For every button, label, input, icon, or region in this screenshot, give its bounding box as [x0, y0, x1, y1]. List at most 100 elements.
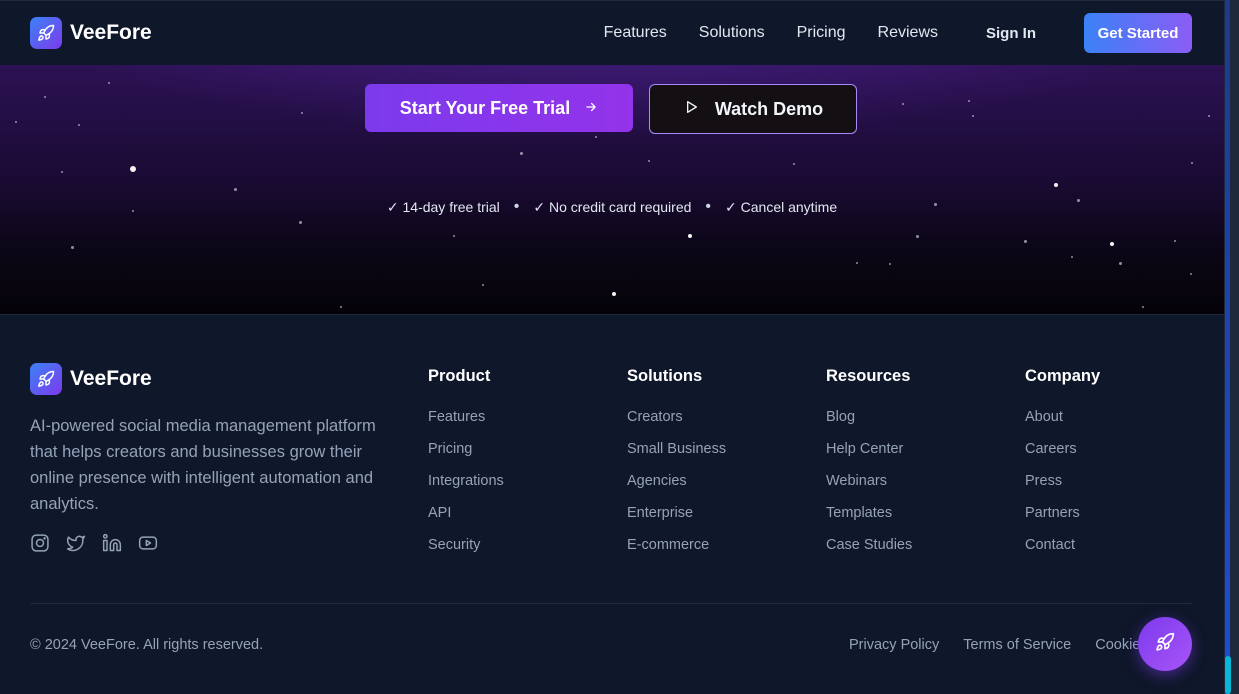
- get-started-button[interactable]: Get Started: [1084, 13, 1192, 53]
- footer-link[interactable]: Partners: [1025, 504, 1100, 536]
- star: [520, 152, 523, 155]
- rocket-icon: [30, 363, 62, 395]
- footer-link[interactable]: Features: [428, 408, 504, 440]
- star: [15, 121, 17, 123]
- star: [453, 235, 455, 237]
- footer-link[interactable]: Templates: [826, 504, 912, 536]
- nav-link-pricing[interactable]: Pricing: [797, 24, 846, 42]
- star: [968, 100, 970, 102]
- page-scrollbar[interactable]: [1224, 0, 1239, 694]
- play-icon: [683, 99, 699, 120]
- floating-rocket-button[interactable]: [1138, 617, 1192, 671]
- footer-brand: VeeFore AI-powered social media manageme…: [30, 363, 400, 553]
- star: [234, 188, 237, 191]
- brand-name: VeeFore: [70, 21, 152, 44]
- star: [595, 136, 597, 138]
- nav-links: Features Solutions Pricing Reviews: [604, 24, 938, 42]
- footer-link[interactable]: Case Studies: [826, 536, 912, 568]
- footer-link[interactable]: Agencies: [627, 472, 726, 504]
- cookies-link[interactable]: Cookies: [1095, 637, 1138, 653]
- footer-link[interactable]: E-commerce: [627, 536, 726, 568]
- terms-of-service-link[interactable]: Terms of Service: [963, 637, 1071, 653]
- copyright-text: © 2024 VeeFore. All rights reserved.: [30, 637, 264, 653]
- footer-col-title: Product: [428, 367, 491, 385]
- footer-link[interactable]: Small Business: [627, 440, 726, 472]
- star: [130, 166, 136, 172]
- social-links: [30, 533, 400, 553]
- perk-trial: ✓ 14-day free trial: [386, 198, 500, 215]
- star: [340, 306, 342, 308]
- star: [78, 124, 80, 126]
- footer-col-title: Solutions: [627, 367, 703, 385]
- star: [916, 235, 919, 238]
- hero-cta-row: Start Your Free Trial Watch Demo: [365, 84, 857, 134]
- footer-link[interactable]: Creators: [627, 408, 726, 440]
- separator-dot: •: [513, 198, 520, 215]
- perk-no-card: ✓ No credit card required: [533, 198, 692, 215]
- rocket-icon: [30, 17, 62, 49]
- footer-link[interactable]: Contact: [1025, 536, 1100, 568]
- footer-link[interactable]: Help Center: [826, 440, 912, 472]
- separator-dot: •: [705, 198, 712, 215]
- star: [299, 221, 302, 224]
- nav-link-solutions[interactable]: Solutions: [699, 24, 765, 42]
- star: [648, 160, 650, 162]
- footer-link[interactable]: About: [1025, 408, 1100, 440]
- watch-demo-label: Watch Demo: [714, 98, 824, 119]
- star: [612, 292, 616, 296]
- star: [301, 112, 303, 114]
- footer-col-resources: Resources Blog Help Center Webinars Temp…: [826, 367, 912, 568]
- scrollbar-track: [1225, 0, 1230, 694]
- star: [902, 103, 904, 105]
- footer-link[interactable]: Pricing: [428, 440, 504, 472]
- footer-link[interactable]: Press: [1025, 472, 1100, 504]
- arrow-right-icon: [584, 98, 598, 119]
- footer-link[interactable]: Enterprise: [627, 504, 726, 536]
- footer: VeeFore AI-powered social media manageme…: [0, 314, 1224, 694]
- legal-links: Privacy Policy Terms of Service Cookies: [849, 637, 1138, 653]
- nav-logo[interactable]: VeeFore: [30, 17, 152, 49]
- sign-in-link[interactable]: Sign In: [986, 25, 1036, 42]
- footer-link[interactable]: Webinars: [826, 472, 912, 504]
- privacy-policy-link[interactable]: Privacy Policy: [849, 637, 939, 653]
- star: [972, 115, 974, 117]
- star: [1054, 183, 1058, 187]
- star: [71, 246, 74, 249]
- star: [688, 234, 692, 238]
- star: [44, 96, 46, 98]
- start-free-trial-button[interactable]: Start Your Free Trial: [365, 84, 633, 132]
- twitter-icon[interactable]: [66, 533, 86, 553]
- star: [1071, 256, 1073, 258]
- instagram-icon[interactable]: [30, 533, 50, 553]
- footer-link[interactable]: Careers: [1025, 440, 1100, 472]
- footer-logo[interactable]: VeeFore: [30, 363, 400, 395]
- footer-col-company: Company About Careers Press Partners Con…: [1025, 367, 1100, 568]
- star: [1119, 262, 1122, 265]
- nav-link-features[interactable]: Features: [604, 24, 667, 42]
- footer-link[interactable]: Security: [428, 536, 504, 568]
- star: [889, 263, 891, 265]
- footer-col-product: Product Features Pricing Integrations AP…: [428, 367, 504, 568]
- youtube-icon[interactable]: [138, 533, 158, 553]
- scrollbar-thumb[interactable]: [1225, 656, 1231, 694]
- star: [108, 82, 110, 84]
- star: [1208, 115, 1210, 117]
- footer-link[interactable]: Blog: [826, 408, 912, 440]
- nav-link-reviews[interactable]: Reviews: [878, 24, 938, 42]
- start-free-trial-label: Start Your Free Trial: [399, 97, 571, 118]
- perks-row: ✓ 14-day free trial • ✓ No credit card r…: [0, 198, 1224, 216]
- footer-link[interactable]: Integrations: [428, 472, 504, 504]
- perk-cancel: ✓ Cancel anytime: [725, 198, 838, 215]
- footer-divider: [30, 603, 1192, 604]
- star: [1110, 242, 1114, 246]
- star: [1142, 306, 1144, 308]
- star: [1174, 240, 1176, 242]
- footer-col-title: Resources: [826, 367, 911, 385]
- star: [793, 163, 795, 165]
- footer-col-solutions: Solutions Creators Small Business Agenci…: [627, 367, 726, 568]
- footer-col-title: Company: [1025, 367, 1101, 385]
- star: [61, 171, 63, 173]
- linkedin-icon[interactable]: [102, 533, 122, 553]
- footer-link[interactable]: API: [428, 504, 504, 536]
- watch-demo-button[interactable]: Watch Demo: [649, 84, 857, 134]
